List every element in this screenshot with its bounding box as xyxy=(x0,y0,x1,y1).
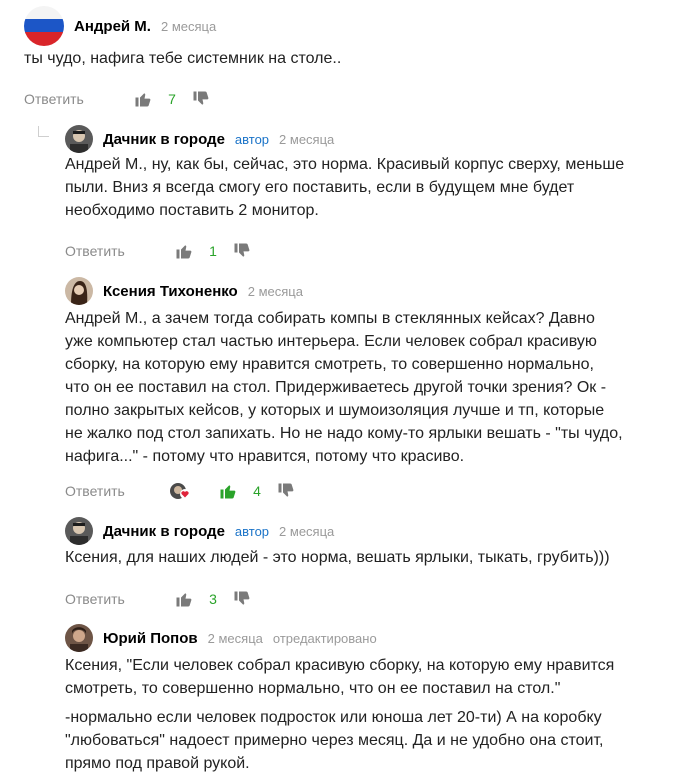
author-name[interactable]: Юрий Попов xyxy=(103,630,198,647)
thumbs-up-icon[interactable] xyxy=(134,90,152,108)
flag-russia-icon xyxy=(24,6,64,46)
reply-button[interactable]: Ответить xyxy=(65,243,175,259)
avatar[interactable] xyxy=(65,277,93,305)
comment-text: Андрей М., ну, как бы, сейчас, это норма… xyxy=(65,156,625,219)
comment-5-header: Юрий Попов 2 месяца отредактировано xyxy=(65,624,377,652)
edited-label: отредактировано xyxy=(272,630,377,646)
avatar[interactable] xyxy=(65,125,93,153)
comment-actions: Ответить 7 xyxy=(24,89,210,109)
avatar[interactable] xyxy=(65,624,93,652)
thumbs-down-icon[interactable] xyxy=(192,90,210,108)
comment-actions: Ответить 3 xyxy=(65,589,251,609)
comment-4-header: Дачник в городе автор 2 месяца xyxy=(65,517,334,545)
comment-text: ты чудо, нафига тебе системник на столе.… xyxy=(24,50,342,67)
user-photo-icon xyxy=(65,125,93,153)
comment-text-continued: -нормально если человек подросток или юн… xyxy=(65,709,604,772)
comment-2-header: Дачник в городе автор 2 месяца xyxy=(65,125,334,153)
comment-time: 2 месяца xyxy=(279,131,335,147)
avatar[interactable] xyxy=(24,6,64,46)
comment-time: 2 месяца xyxy=(247,283,303,299)
reply-button[interactable]: Ответить xyxy=(65,591,175,607)
comment-time: 2 месяца xyxy=(160,18,217,34)
like-count: 1 xyxy=(209,243,217,259)
thumbs-up-icon[interactable] xyxy=(219,482,237,500)
comment-text: Ксения, для наших людей - это норма, веш… xyxy=(65,549,610,566)
like-count: 4 xyxy=(253,483,261,499)
like-count: 3 xyxy=(209,591,217,607)
comment-time: 2 месяца xyxy=(207,630,263,646)
comment-time: 2 месяца xyxy=(279,523,335,539)
comment-actions: Ответить 4 xyxy=(65,481,295,501)
user-photo-icon xyxy=(65,517,93,545)
comment-3-header: Ксения Тихоненко 2 месяца xyxy=(65,277,303,305)
reply-button[interactable]: Ответить xyxy=(65,483,175,499)
thumbs-down-icon[interactable] xyxy=(233,242,251,260)
comment-1-header: Андрей М. 2 месяца xyxy=(24,6,216,46)
comment-text: Ксения, "Если человек собрал красивую сб… xyxy=(65,657,615,697)
author-badge: автор xyxy=(234,523,270,539)
author-name[interactable]: Ксения Тихоненко xyxy=(103,283,238,300)
comment-actions: Ответить 1 xyxy=(65,241,251,261)
thumbs-up-icon[interactable] xyxy=(175,590,193,608)
thumbs-up-icon[interactable] xyxy=(175,242,193,260)
thread-collapse-mark[interactable] xyxy=(38,126,49,137)
thumbs-down-icon[interactable] xyxy=(233,590,251,608)
comment-text: Андрей М., а зачем тогда собирать компы … xyxy=(65,310,623,465)
author-badge: автор xyxy=(234,131,270,147)
author-name[interactable]: Андрей М. xyxy=(74,18,151,35)
thumbs-down-icon[interactable] xyxy=(277,482,295,500)
avatar[interactable] xyxy=(65,517,93,545)
user-photo-icon xyxy=(65,277,93,305)
liker-avatar-icon xyxy=(170,483,190,499)
reply-button[interactable]: Ответить xyxy=(24,91,134,107)
liked-by-avatars[interactable] xyxy=(169,482,219,500)
author-name[interactable]: Дачник в городе xyxy=(103,523,225,540)
like-count: 7 xyxy=(168,91,176,107)
author-name[interactable]: Дачник в городе xyxy=(103,131,225,148)
user-photo-icon xyxy=(65,624,93,652)
